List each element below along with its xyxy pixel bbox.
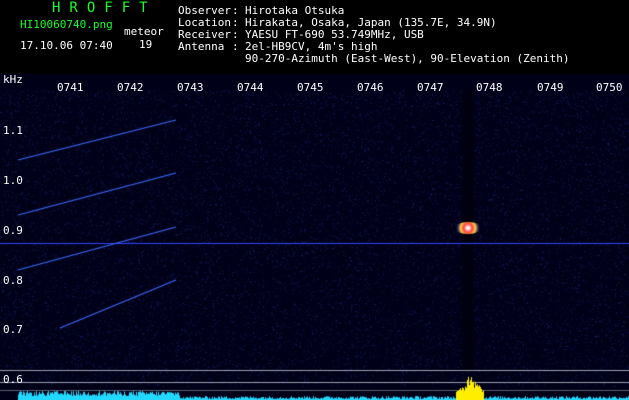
time-tick-0742: 0742 xyxy=(117,81,144,94)
time-tick-0750: 0750 xyxy=(596,81,623,94)
time-tick-0747: 0747 xyxy=(417,81,444,94)
antenna-pattern: 90-270-Azimuth (East-West), 90-Elevation… xyxy=(245,52,570,65)
event-count: 19 xyxy=(139,38,153,51)
freq-tick-0.6: 0.6 xyxy=(3,373,23,386)
event-type-label: meteor xyxy=(124,25,164,38)
time-tick-0744: 0744 xyxy=(237,81,264,94)
freq-tick-1.1: 1.1 xyxy=(3,124,23,137)
antenna-sep: : xyxy=(232,40,239,53)
time-tick-0741: 0741 xyxy=(57,81,84,94)
file-name: HI10060740.png xyxy=(20,18,113,31)
time-tick-0746: 0746 xyxy=(357,81,384,94)
freq-tick-0.7: 0.7 xyxy=(3,323,23,336)
time-tick-0743: 0743 xyxy=(177,81,204,94)
unit-label: kHz xyxy=(3,73,23,86)
time-tick-0748: 0748 xyxy=(476,81,503,94)
freq-tick-1.0: 1.0 xyxy=(3,174,23,187)
timestamp: 17.10.06 07:40 xyxy=(20,39,113,52)
spectrogram-canvas xyxy=(0,74,629,400)
time-tick-0749: 0749 xyxy=(537,81,564,94)
antenna-label: Antenna xyxy=(178,40,225,53)
app-logo: HROFFT xyxy=(52,0,157,16)
freq-tick-0.8: 0.8 xyxy=(3,274,23,287)
freq-tick-0.9: 0.9 xyxy=(3,224,23,237)
header-panel: HROFFT HI10060740.png meteor 19 17.10.06… xyxy=(0,0,629,74)
time-tick-0745: 0745 xyxy=(297,81,324,94)
